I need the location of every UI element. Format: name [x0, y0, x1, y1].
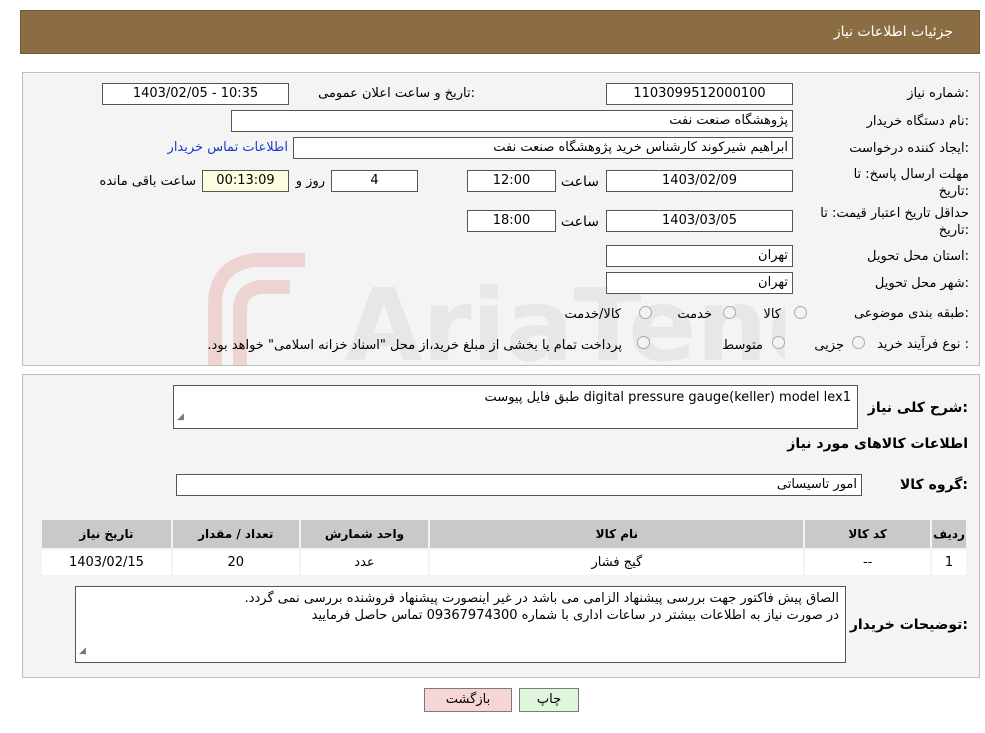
need-number-label: شماره نیاز:: [907, 86, 969, 101]
deadline-label-date: تاریخ:: [938, 184, 969, 199]
days-label: روز و: [295, 174, 325, 189]
deadline-date-field: 1403/02/09: [606, 170, 793, 192]
items-table-header: ردیف کد کالا نام کالا واحد شمارش تعداد /…: [40, 518, 968, 550]
creator-field: ابراهیم شیرکوند کارشناس خرید پژوهشگاه صن…: [293, 137, 793, 159]
summary-text: digital pressure gauge(keller) model lex…: [484, 390, 851, 405]
col-row: ردیف: [930, 518, 968, 550]
print-button[interactable]: چاپ: [519, 688, 579, 712]
remaining-time-field: 00:13:09: [202, 170, 289, 192]
cell-code: --: [803, 548, 933, 577]
page-header: جزئیات اطلاعات نیاز: [20, 10, 980, 54]
province-field: تهران: [606, 245, 793, 267]
buyer-notes-field: الصاق پیش فاکتور جهت بررسی پیشنهاد الزام…: [75, 586, 846, 663]
summary-field: digital pressure gauge(keller) model lex…: [173, 385, 858, 429]
process-radio-medium[interactable]: [772, 336, 785, 349]
category-label: طبقه بندی موضوعی:: [853, 306, 969, 321]
process-radio-minor[interactable]: [852, 336, 865, 349]
announce-label: تاریخ و ساعت اعلان عمومی:: [318, 86, 475, 101]
validity-label-date: تاریخ:: [938, 223, 969, 238]
validity-label: حداقل تاریخ اعتبار قیمت: تا: [820, 206, 969, 221]
table-row: 1 -- گیج فشار عدد 20 1403/02/15: [40, 548, 968, 577]
buyer-notes-line-2: در صورت نیاز به اطلاعات بیشتر در ساعات ا…: [311, 608, 839, 623]
province-label: استان محل تحویل:: [867, 249, 969, 264]
buyer-notes-line-1: الصاق پیش فاکتور جهت بررسی پیشنهاد الزام…: [244, 591, 839, 606]
col-date: تاریخ نیاز: [40, 518, 173, 550]
validity-time-label: ساعت: [560, 214, 599, 230]
need-number-field: 1103099512000100: [606, 83, 793, 105]
category-radio-both[interactable]: [639, 306, 652, 319]
validity-time-field: 18:00: [467, 210, 556, 232]
cell-qty: 20: [170, 548, 301, 577]
items-table: ردیف کد کالا نام کالا واحد شمارش تعداد /…: [40, 518, 968, 577]
cell-date: 1403/02/15: [40, 548, 173, 577]
creator-label: ایجاد کننده درخواست:: [849, 141, 969, 156]
back-button[interactable]: بازگشت: [424, 688, 512, 712]
summary-label: شرح کلی نیاز:: [867, 400, 968, 416]
process-option-minor: جزیی: [814, 338, 844, 353]
col-unit: واحد شمارش: [298, 518, 431, 550]
resize-grip-icon[interactable]: ◢: [79, 643, 86, 660]
deadline-time-label: ساعت: [560, 174, 599, 190]
category-option-goods: کالا: [763, 307, 781, 322]
group-label: گروه کالا:: [899, 477, 968, 493]
resize-grip-icon[interactable]: ◢: [177, 409, 184, 426]
col-code: کد کالا: [803, 518, 933, 550]
deadline-time-field: 12:00: [467, 170, 556, 192]
process-radio-treasury[interactable]: [637, 336, 650, 349]
process-label: نوع فرآیند خرید :: [877, 337, 969, 352]
cell-row: 1: [930, 548, 968, 577]
category-radio-service[interactable]: [723, 306, 736, 319]
buyer-notes-label: توضیحات خریدار:: [849, 617, 968, 633]
page-title: جزئیات اطلاعات نیاز: [833, 24, 953, 40]
days-field: 4: [331, 170, 418, 192]
category-option-both: کالا/خدمت: [564, 307, 621, 322]
cell-unit: عدد: [298, 548, 431, 577]
announce-field: 1403/02/05 - 10:35: [102, 83, 289, 105]
buyer-org-label: نام دستگاه خریدار:: [866, 114, 969, 129]
category-radio-goods[interactable]: [794, 306, 807, 319]
remaining-label: ساعت باقی مانده: [99, 174, 196, 189]
category-option-service: خدمت: [677, 307, 712, 322]
process-note: پرداخت تمام یا بخشی از مبلغ خرید،از محل …: [207, 338, 622, 353]
cell-name: گیج فشار: [428, 548, 806, 577]
col-name: نام کالا: [428, 518, 806, 550]
items-title: اطلاعات کالاهای مورد نیاز: [787, 436, 968, 452]
city-label: شهر محل تحویل:: [874, 276, 969, 291]
process-option-medium: متوسط: [722, 338, 763, 353]
buyer-contact-link[interactable]: اطلاعات تماس خریدار: [168, 140, 288, 155]
city-field: تهران: [606, 272, 793, 294]
deadline-label: مهلت ارسال پاسخ: تا: [853, 167, 969, 182]
group-field: امور تاسیساتی: [176, 474, 862, 496]
col-qty: تعداد / مقدار: [170, 518, 301, 550]
buyer-org-field: پژوهشگاه صنعت نفت: [231, 110, 793, 132]
validity-date-field: 1403/03/05: [606, 210, 793, 232]
